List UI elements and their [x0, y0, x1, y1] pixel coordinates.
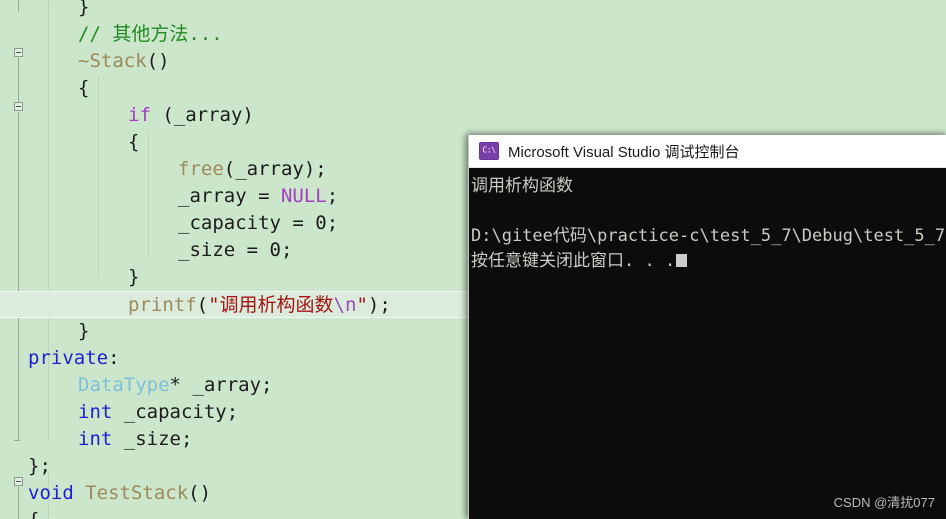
- code-token: * _array;: [169, 374, 273, 396]
- code-line[interactable]: ~Stack(): [0, 48, 946, 75]
- code-line-text: int _size;: [78, 426, 192, 453]
- code-token: (): [146, 50, 170, 72]
- code-token: // 其他方法...: [78, 23, 223, 45]
- code-line-text: DataType* _array;: [78, 372, 272, 399]
- code-token: int: [78, 401, 113, 423]
- code-line-text: free(_array);: [178, 156, 327, 183]
- code-token: (: [196, 294, 209, 316]
- console-output-line: 按任意键关闭此窗口. . .: [471, 249, 946, 274]
- code-line-text: {: [78, 75, 89, 102]
- code-line-text: _capacity = 0;: [178, 210, 338, 237]
- code-token: if: [128, 104, 151, 126]
- code-line-text: }: [128, 264, 139, 291]
- code-token: :: [108, 347, 120, 369]
- csdn-watermark: CSDN @清扰077: [833, 495, 935, 510]
- code-token: {: [128, 131, 140, 153]
- code-token: ;: [326, 185, 339, 207]
- code-token: _array =: [178, 185, 281, 207]
- code-token: _capacity;: [112, 401, 239, 423]
- console-output-line: 调用析构函数: [471, 176, 573, 196]
- code-token: {: [28, 509, 39, 519]
- code-token: _size = 0;: [178, 239, 293, 261]
- code-token: }: [78, 0, 90, 18]
- code-line-text: {: [28, 507, 39, 519]
- code-line[interactable]: {: [0, 75, 946, 102]
- code-line-text: }: [78, 0, 89, 21]
- code-token: NULL: [280, 185, 327, 207]
- code-line-text: if (_array): [128, 102, 254, 129]
- code-line[interactable]: }: [0, 0, 946, 21]
- code-token: (_array): [150, 104, 254, 126]
- console-output-line: D:\gitee代码\practice-c\test_5_7\Debug\tes…: [471, 226, 946, 246]
- code-token: (): [188, 482, 212, 504]
- code-token: (_array);: [223, 158, 327, 180]
- code-token: TestStack: [85, 482, 189, 504]
- code-line-text: _size = 0;: [178, 237, 292, 264]
- code-token: }: [78, 320, 90, 342]
- code-line-text: };: [28, 453, 51, 480]
- code-token: };: [28, 455, 51, 477]
- code-line-text: private:: [28, 345, 120, 372]
- code-token: printf: [128, 294, 197, 316]
- code-line[interactable]: // 其他方法...: [0, 21, 946, 48]
- code-token: \n: [333, 294, 357, 316]
- debug-console-window[interactable]: C:\ Microsoft Visual Studio 调试控制台 调用析构函数…: [468, 135, 946, 519]
- code-line-text: void TestStack(): [28, 480, 211, 507]
- code-token: DataType: [78, 374, 170, 396]
- cmd-console-icon: C:\: [479, 142, 499, 160]
- code-line-text: }: [78, 318, 89, 345]
- code-line-text: // 其他方法...: [78, 21, 223, 48]
- code-token: _size;: [112, 428, 193, 450]
- cmd-icon-label: C:\: [482, 145, 496, 155]
- code-line-text: {: [128, 129, 139, 156]
- code-token: ~Stack: [78, 50, 147, 72]
- console-title-text: Microsoft Visual Studio 调试控制台: [508, 143, 740, 161]
- code-token: ": [356, 294, 368, 316]
- code-token: int: [78, 428, 113, 450]
- screenshot-root: }// 其他方法... ~Stack(){if (_array){free(_ar…: [0, 0, 946, 519]
- console-output-area[interactable]: 调用析构函数 D:\gitee代码\practice-c\test_5_7\De…: [469, 168, 946, 519]
- code-token: {: [78, 77, 90, 99]
- code-token: "调用析构函数: [208, 294, 334, 316]
- code-token: free: [178, 158, 224, 180]
- code-line-text: _array = NULL;: [178, 183, 338, 210]
- code-line[interactable]: if (_array): [0, 102, 946, 129]
- code-line-text: int _capacity;: [78, 399, 238, 426]
- code-token: _capacity = 0;: [178, 212, 339, 234]
- code-token: void: [28, 482, 74, 504]
- console-title-bar[interactable]: C:\ Microsoft Visual Studio 调试控制台: [469, 135, 946, 168]
- console-cursor: [676, 254, 688, 267]
- code-token: );: [367, 294, 391, 316]
- code-token: private: [28, 347, 109, 369]
- code-line-text: ~Stack(): [78, 48, 170, 75]
- code-line-text: printf("调用析构函数\n");: [128, 292, 391, 319]
- code-token: }: [128, 266, 140, 288]
